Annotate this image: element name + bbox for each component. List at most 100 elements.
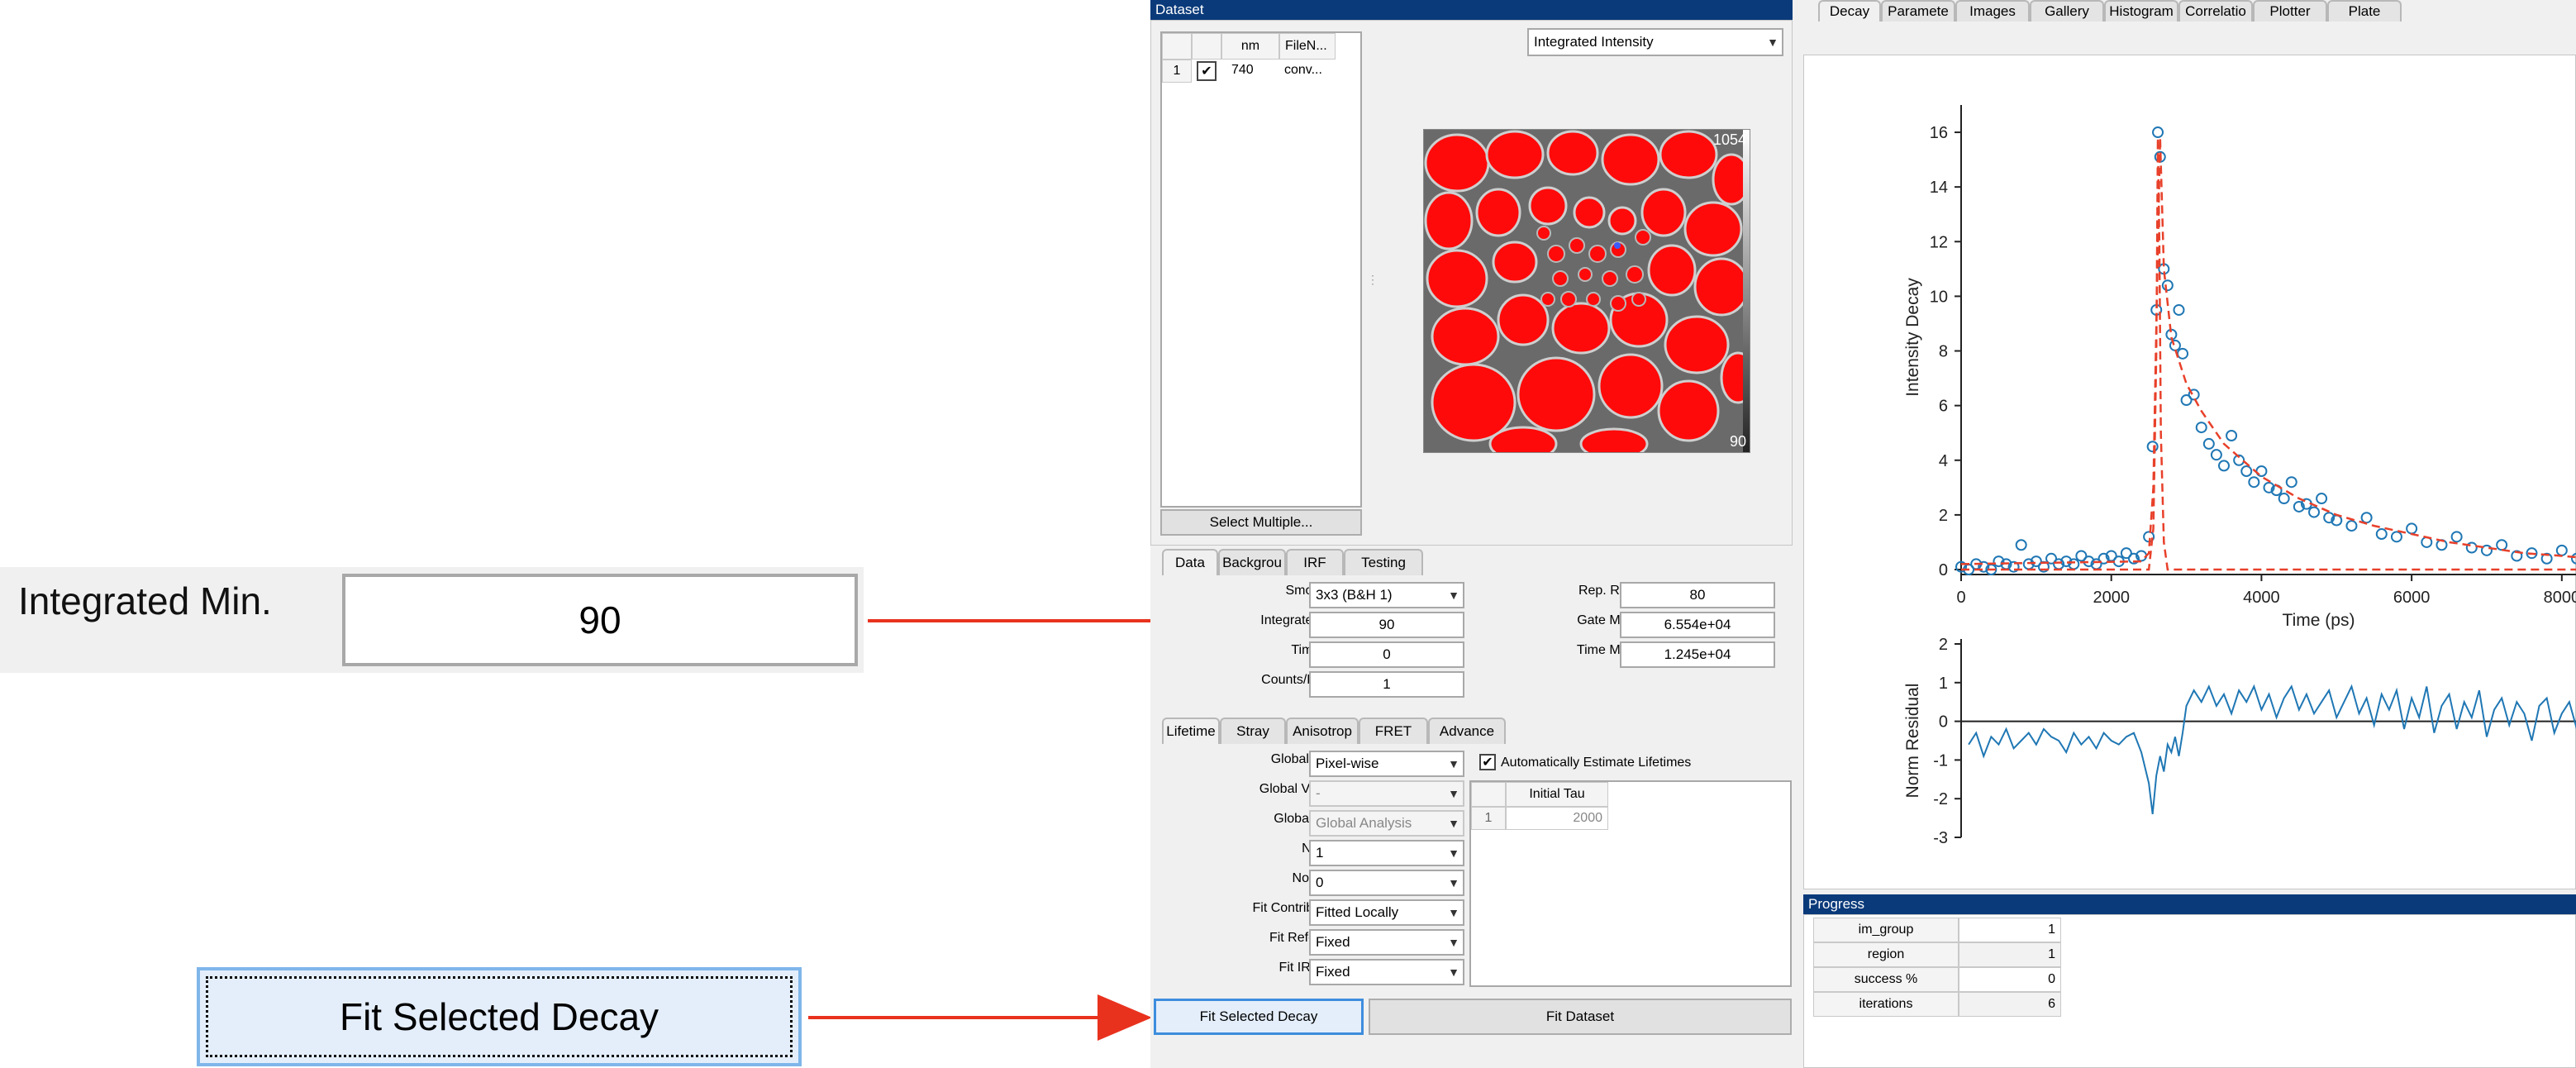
data-point <box>2177 347 2189 360</box>
tab-background[interactable]: Backgrou <box>1218 549 1286 575</box>
integrated-min-field[interactable]: 90 <box>1309 612 1464 638</box>
checkmark-icon: ✔ <box>1482 756 1493 770</box>
residual-line <box>1968 684 2576 815</box>
x-tick-label: 8000 <box>2544 589 2576 607</box>
table-header-corner <box>1162 33 1192 60</box>
data-point <box>2390 531 2402 543</box>
rep-rate-field[interactable]: 80 <box>1620 582 1775 608</box>
fit-irf-shift-value: Fixed <box>1316 964 1350 980</box>
progress-panel-title: Progress <box>1803 894 2576 914</box>
tab-gallery[interactable]: Gallery <box>2030 0 2104 21</box>
gate-max-field[interactable]: 6.554e+04 <box>1620 612 1775 638</box>
tab-images[interactable]: Images <box>1955 0 2030 21</box>
mode-select[interactable]: Integrated Intensity ▼ <box>1527 28 1783 56</box>
auto-estimate-checkbox[interactable]: ✔ <box>1479 754 1496 770</box>
smoothing-select[interactable]: 3x3 (B&H 1) ▼ <box>1309 582 1464 608</box>
data-point <box>2240 465 2253 477</box>
tab-advanced[interactable]: Advance <box>1428 718 1506 744</box>
mode-select-value: Integrated Intensity <box>1534 34 1654 50</box>
table-header-filename[interactable]: FileN... <box>1279 33 1336 60</box>
progress-row-value: 1 <box>1959 942 2061 967</box>
fit-reference-value: Fixed <box>1316 934 1350 950</box>
global-mode-select[interactable]: Global Analysis ▼ <box>1309 810 1464 837</box>
tab-testing[interactable]: Testing <box>1344 549 1423 575</box>
data-point <box>2217 460 2230 472</box>
time-min-field[interactable]: 0 <box>1309 641 1464 668</box>
y-tick-label: 16 <box>1930 124 1948 142</box>
data-point <box>2278 493 2290 505</box>
progress-table: im_group 1 region 1 success % 0 iteratio… <box>1813 918 2061 1017</box>
residual-y-tick-label: -3 <box>1933 829 1948 847</box>
tab-correlation[interactable]: Correlatio <box>2178 0 2253 21</box>
tab-anisotropy[interactable]: Anisotrop <box>1286 718 1359 744</box>
select-multiple-button[interactable]: Select Multiple... <box>1160 509 1362 536</box>
y-tick-label: 6 <box>1939 398 1948 416</box>
time-max-label: Time Max. <box>1576 643 1638 657</box>
tab-stray-light[interactable]: Stray <box>1220 718 1286 744</box>
residual-y-tick-label: 1 <box>1939 675 1948 693</box>
tau-row-index: 1 <box>1471 807 1506 830</box>
no-fixed-value: 0 <box>1316 875 1324 890</box>
tab-fret[interactable]: FRET <box>1359 718 1428 744</box>
tab-plotter[interactable]: Plotter <box>2253 0 2327 21</box>
data-point <box>2406 522 2418 535</box>
fit-irf-shift-select[interactable]: Fixed ▼ <box>1309 959 1464 985</box>
auto-estimate-label: Automatically Estimate Lifetimes <box>1501 756 1692 770</box>
dataset-table[interactable] <box>1160 31 1362 508</box>
tab-data[interactable]: Data <box>1162 549 1218 575</box>
decay-chart[interactable]: 02468101214160 2000 4000 6000 8000Time (ps)I… <box>1804 55 2576 890</box>
time-max-field[interactable]: 1.245e+04 <box>1620 641 1775 668</box>
chevron-down-icon: ▼ <box>1448 787 1459 800</box>
fit-selected-decay-button[interactable]: Fit Selected Decay <box>1154 999 1364 1035</box>
splitter-handle[interactable]: ⋮ <box>1367 273 1378 289</box>
tab-parameters[interactable]: Paramete <box>1881 0 1955 21</box>
table-row-index: 1 <box>1162 60 1192 83</box>
data-point <box>2210 449 2222 461</box>
table-row-checkbox[interactable]: ✔ <box>1192 60 1221 83</box>
no-exp-select[interactable]: 1 ▼ <box>1309 840 1464 866</box>
tab-irf[interactable]: IRF <box>1286 549 1344 575</box>
x-tick-label: 4000 <box>2243 589 2280 607</box>
table-header-nm[interactable]: nm <box>1221 33 1279 60</box>
fit-line <box>1960 137 2576 565</box>
global-variable-value: - <box>1316 785 1321 801</box>
tab-histogram[interactable]: Histogram <box>2104 0 2178 21</box>
dataset-panel-title: Dataset <box>1150 0 1793 20</box>
tab-decay[interactable]: Decay <box>1818 0 1881 21</box>
y-tick-label: 10 <box>1930 288 1948 306</box>
progress-row-value: 0 <box>1959 967 2061 992</box>
data-point <box>2152 126 2164 139</box>
residual-y-tick-label: -1 <box>1933 751 1948 770</box>
chevron-down-icon: ▼ <box>1448 876 1459 889</box>
data-point <box>2015 539 2027 551</box>
image-max-label: 1054 <box>1712 131 1746 148</box>
counts-per-photon-field[interactable]: 1 <box>1309 671 1464 698</box>
residual-y-tick-label: 0 <box>1939 713 1948 732</box>
global-variable-select[interactable]: - ▼ <box>1309 780 1464 807</box>
data-point <box>2450 531 2463 543</box>
data-point <box>2195 422 2207 434</box>
tau-table-header[interactable]: Initial Tau <box>1506 782 1608 807</box>
progress-row: im_group 1 <box>1813 918 2061 942</box>
tab-plate[interactable]: Plate <box>2327 0 2402 21</box>
data-point <box>2555 544 2568 556</box>
y-tick-label: 14 <box>1930 179 1948 197</box>
tau-table-corner <box>1471 782 1506 807</box>
chevron-down-icon: ▼ <box>1448 965 1459 979</box>
data-point <box>2316 493 2328 505</box>
fit-dataset-button[interactable]: Fit Dataset <box>1369 999 1792 1035</box>
intensity-image[interactable]: 1054 90 <box>1423 129 1750 453</box>
data-point <box>2345 520 2358 532</box>
y-tick-label: 8 <box>1939 343 1948 361</box>
no-fixed-select[interactable]: 0 ▼ <box>1309 870 1464 896</box>
fit-reference-select[interactable]: Fixed ▼ <box>1309 929 1464 956</box>
global-fitting-select[interactable]: Pixel-wise ▼ <box>1309 751 1464 777</box>
tau-row-value[interactable]: 2000 <box>1506 807 1608 830</box>
data-point <box>2161 279 2174 292</box>
progress-row-label: success % <box>1813 967 1959 992</box>
fit-contributions-select[interactable]: Fitted Locally ▼ <box>1309 899 1464 926</box>
tab-lifetime[interactable]: Lifetime <box>1162 718 1220 744</box>
progress-row: iterations 6 <box>1813 992 2061 1017</box>
progress-row-value: 1 <box>1959 918 2061 942</box>
rep-rate-label: Rep. Rate <box>1578 584 1638 598</box>
